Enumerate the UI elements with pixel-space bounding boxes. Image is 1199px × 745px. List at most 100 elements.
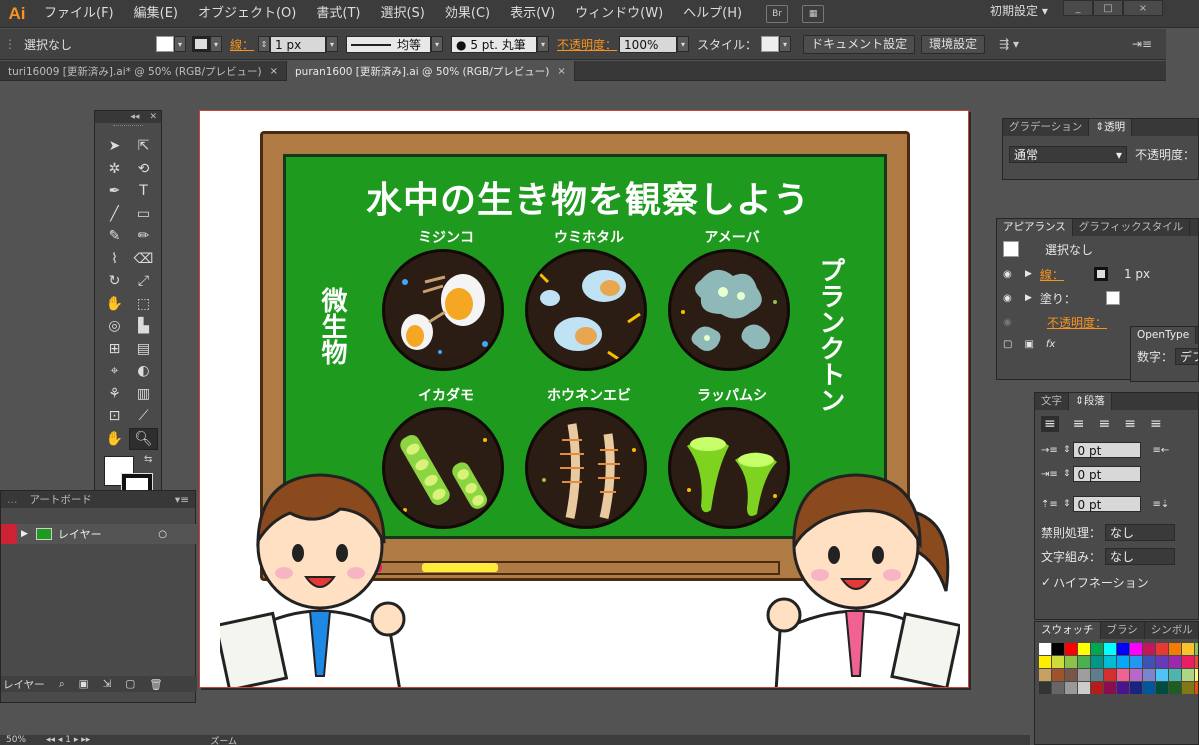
arrange-documents-icon[interactable]: ▦ [802,4,825,23]
pencil-tool-icon[interactable]: ✏ [129,225,158,248]
eyedropper-tool-icon[interactable]: ⌖ [100,360,129,383]
collapse-icon[interactable]: ◂◂ [130,112,139,122]
menu-view[interactable]: 表示(V) [500,0,565,28]
eraser-tool-icon[interactable]: ⌫ [129,248,158,271]
locate-object-icon[interactable]: ⌕ [59,678,65,691]
magic-wand-tool-icon[interactable]: ✲ [100,158,129,181]
color-swatch[interactable] [1039,656,1051,668]
color-swatch[interactable] [1039,682,1051,694]
tab-brushes[interactable]: ブラシ [1101,622,1145,639]
stroke-dropdown[interactable]: ▾ [210,36,223,52]
align-icon[interactable]: ⇶ ▾ [999,37,1019,51]
blend-tool-icon[interactable]: ◐ [129,360,158,383]
color-swatch[interactable] [1065,656,1077,668]
make-clipping-mask-icon[interactable]: ▣ [79,678,89,690]
stroke-width-dropdown[interactable]: ▾ [326,36,339,52]
document-settings-button[interactable]: ドキュメント設定 [803,34,916,54]
tab-turi16009[interactable]: turi16009 [更新済み].ai* @ 50% (RGB/プレビュー) × [0,61,287,81]
zoom-tool-icon[interactable]: 🔍︎ [129,427,158,450]
target-icon[interactable]: ○ [158,529,167,540]
tab-layers-hidden[interactable]: … [1,494,24,506]
fill-swatch[interactable] [156,36,175,52]
stroke-profile[interactable]: 均等 [346,35,432,53]
appearance-stroke-label[interactable]: 線： [1040,266,1064,283]
color-swatch[interactable] [1052,643,1064,655]
color-swatch[interactable] [1143,643,1155,655]
left-indent-stepper[interactable]: ⇕ [1063,445,1071,455]
stroke-width-field[interactable]: 1 px [270,35,327,53]
appearance-stroke-row[interactable]: ◉ ▶ 線： 1 px [997,262,1198,286]
color-swatch[interactable] [1117,656,1129,668]
color-swatch[interactable] [1104,682,1116,694]
tab-appearance[interactable]: アピアランス [997,219,1073,236]
kinsoku-select[interactable]: なし [1105,523,1176,541]
swap-colors-icon[interactable]: ⇆ [144,454,152,465]
color-swatch[interactable] [1065,669,1077,681]
color-swatch[interactable] [1169,682,1181,694]
disclosure-triangle-icon[interactable]: ▶ [1025,269,1032,279]
style-swatch[interactable] [761,36,780,52]
fill-dropdown[interactable]: ▾ [174,36,187,52]
color-swatch[interactable] [1169,669,1181,681]
status-mode[interactable]: ズーム [210,734,237,745]
appearance-stroke-value[interactable]: 1 px [1124,267,1150,281]
artboard[interactable]: 水中の生き物を観察しよう ミジンコ ウミホタル アメーバ イカダモ ホウネンエビ… [199,110,969,688]
color-swatch[interactable] [1169,643,1181,655]
left-indent-field[interactable]: 0 pt [1072,442,1141,458]
tab-artboard[interactable]: アートボード [24,492,98,507]
fx-icon[interactable]: fx [1046,339,1055,350]
warp-tool-icon[interactable]: ✋ [100,293,129,316]
line-tool-icon[interactable]: ╱ [100,203,129,226]
menu-object[interactable]: オブジェクト(O) [188,0,306,28]
close-window-button[interactable]: × [1123,0,1163,16]
tab-puran1600[interactable]: puran1600 [更新済み].ai @ 50% (RGB/プレビュー) × [287,61,575,81]
style-dropdown[interactable]: ▾ [779,36,792,52]
menu-select[interactable]: 選択(S) [370,0,434,28]
appearance-fill-label[interactable]: 塗り： [1040,290,1076,307]
brush-dropdown[interactable]: ▾ [537,36,550,52]
menu-effect[interactable]: 効果(C) [435,0,500,28]
panel-menu-icon[interactable]: ▾≡ [175,494,195,506]
color-swatch[interactable] [1143,682,1155,694]
free-transform-tool-icon[interactable]: ⬚ [129,293,158,316]
justify-center-icon[interactable]: ≡ [1150,416,1162,432]
hyphenation-label[interactable]: ハイフネーション [1053,574,1149,591]
align-right-icon[interactable]: ≡ [1098,416,1110,432]
tools-panel-header[interactable]: ◂◂ ✕ [95,111,161,123]
tab-paragraph[interactable]: ⇕段落 [1069,393,1112,410]
maximize-button[interactable]: □ [1093,0,1123,16]
blend-mode-select[interactable]: 通常 ▾ [1009,145,1127,163]
disclosure-triangle-icon[interactable]: ▶ [21,529,28,539]
direct-selection-tool-icon[interactable]: ⇱ [129,135,158,158]
color-swatch[interactable] [1156,643,1168,655]
appearance-stroke-swatch[interactable] [1093,267,1108,281]
artboard-tool-icon[interactable]: ⊡ [100,405,129,428]
tools-grip[interactable] [113,125,143,133]
color-swatch[interactable] [1156,682,1168,694]
new-layer-icon[interactable]: ▢ [125,678,135,690]
add-fill-icon[interactable]: ▣ [1024,339,1033,350]
column-graph-tool-icon[interactable]: ▥ [129,383,158,406]
color-swatch[interactable] [1078,643,1090,655]
tab-symbols[interactable]: シンボル [1145,622,1198,639]
close-icon[interactable]: ✕ [149,112,157,122]
stroke-swatch[interactable] [192,36,211,52]
layer-row[interactable]: ▶ レイヤー ○ [1,524,197,544]
color-swatch[interactable] [1143,669,1155,681]
color-swatch[interactable] [1065,682,1077,694]
type-tool-icon[interactable]: T [129,180,158,203]
menu-help[interactable]: ヘルプ(H) [673,0,752,28]
color-swatch[interactable] [1052,669,1064,681]
color-swatch[interactable] [1195,669,1198,681]
visibility-eye-icon[interactable]: ◉ [1003,317,1017,328]
bridge-icon[interactable]: Br [766,4,789,23]
rectangle-tool-icon[interactable]: ▭ [129,203,158,226]
justify-left-icon[interactable]: ≡ [1124,416,1136,432]
zoom-level[interactable]: 50% [6,735,26,745]
menu-edit[interactable]: 編集(E) [124,0,188,28]
color-swatch[interactable] [1117,682,1129,694]
space-before-field[interactable]: 0 pt [1072,496,1141,512]
color-swatch[interactable] [1130,643,1142,655]
perspective-grid-tool-icon[interactable]: ▙ [129,315,158,338]
appearance-fill-row[interactable]: ◉ ▶ 塗り： [997,286,1198,310]
